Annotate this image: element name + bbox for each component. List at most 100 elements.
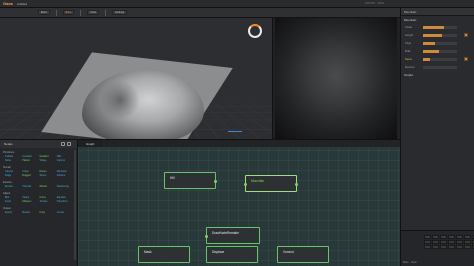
library-node-item[interactable]: Shape: [40, 159, 55, 162]
library-node-item[interactable]: Pattern: [22, 159, 37, 162]
library-node-item[interactable]: Mesher: [22, 211, 37, 214]
shortcut-key[interactable]: [464, 235, 471, 239]
library-node-item[interactable]: Ridge: [5, 174, 20, 177]
node-title: Hill: [170, 176, 175, 180]
property-slider[interactable]: [423, 33, 457, 37]
shortcut-key[interactable]: [440, 235, 447, 239]
tools-button[interactable]: Tools: [87, 10, 100, 15]
shortcut-key[interactable]: [456, 245, 463, 249]
library-node-item[interactable]: Clamp: [22, 196, 37, 199]
library-node-item[interactable]: Unity: [40, 211, 55, 214]
shortcut-key[interactable]: [424, 245, 431, 249]
library-node-item[interactable]: Wizard: [40, 185, 55, 188]
node-displace[interactable]: Displace: [206, 246, 258, 263]
shortcut-key[interactable]: [448, 235, 455, 239]
library-node-item[interactable]: Invert: [5, 200, 20, 203]
property-slider[interactable]: [423, 57, 457, 61]
graph-editor[interactable]: Graph Hill Mountain DrawNodeRemake Mask …: [78, 139, 400, 266]
node-hill[interactable]: Hill: [164, 172, 217, 189]
property-row: Height: [401, 31, 474, 39]
library-scrollbar[interactable]: [74, 150, 76, 260]
property-row: Scale: [401, 23, 474, 31]
collapse-icon[interactable]: [67, 142, 71, 146]
library-node-item[interactable]: Curve: [40, 196, 55, 199]
node-mask[interactable]: Mask: [138, 246, 190, 263]
property-toggle[interactable]: [464, 33, 468, 37]
heightmap-preview[interactable]: [272, 18, 400, 139]
properties-panel: Mountain Mountain Scale Height Style Bulk Se…: [400, 8, 474, 266]
settings-button[interactable]: Settings: [112, 10, 128, 15]
property-toggle[interactable]: [464, 57, 468, 61]
shortcut-key[interactable]: [424, 235, 431, 239]
property-slider[interactable]: [423, 41, 457, 45]
shortcut-key[interactable]: [464, 245, 471, 249]
output-section-label[interactable]: Output: [401, 71, 474, 78]
library-node-item[interactable]: Sharpen: [22, 200, 37, 203]
properties-section-label[interactable]: Mountain: [401, 16, 474, 23]
shortcut-key[interactable]: [464, 240, 471, 244]
node-mountain[interactable]: Mountain: [244, 175, 298, 192]
library-node-item[interactable]: Blur: [5, 196, 20, 199]
build-progress-icon: [248, 24, 262, 38]
app-window: Gaea Untitled EXPORT · SAVE Build Bake T…: [0, 0, 474, 266]
library-node-item[interactable]: Canyon: [5, 170, 20, 173]
library-node-item[interactable]: Voronoi: [57, 159, 72, 162]
library-node-item[interactable]: Mountain: [57, 170, 72, 173]
shortcut-key[interactable]: [440, 240, 447, 244]
shortcut-key[interactable]: [456, 240, 463, 244]
node-voronoi[interactable]: Voronoi: [277, 246, 329, 263]
input-port[interactable]: [244, 183, 247, 186]
output-port[interactable]: [295, 183, 298, 186]
library-node-item[interactable]: Equalize: [57, 196, 72, 199]
property-slider[interactable]: [423, 65, 457, 69]
slider-fill: [423, 33, 442, 37]
property-label: Seed: [405, 57, 412, 61]
build-button[interactable]: Build: [38, 10, 50, 15]
library-node-item[interactable]: Erosion: [5, 185, 20, 188]
library-node-item[interactable]: Constant: [22, 155, 37, 158]
app-logo[interactable]: Gaea: [3, 1, 13, 6]
library-node-item[interactable]: Unreal: [57, 211, 72, 214]
shortcut-key[interactable]: [432, 235, 439, 239]
output-port[interactable]: [214, 180, 217, 183]
slider-fill: [423, 57, 430, 61]
property-row: Style: [401, 39, 474, 47]
library-header: Nodes: [0, 140, 77, 148]
library-node-item[interactable]: Dunes: [40, 170, 55, 173]
library-node-item[interactable]: Hills: [57, 155, 72, 158]
shortcut-key[interactable]: [448, 245, 455, 249]
3d-viewport[interactable]: [0, 18, 272, 139]
top-right-actions[interactable]: EXPORT · SAVE: [365, 2, 384, 5]
library-node-item[interactable]: Slump: [40, 174, 55, 177]
library-node-item[interactable]: Volcano: [57, 174, 72, 177]
shortcut-key[interactable]: [448, 240, 455, 244]
properties-header: Mountain: [401, 8, 474, 16]
property-slider[interactable]: [423, 49, 457, 53]
shortcut-key[interactable]: [440, 245, 447, 249]
input-port[interactable]: [205, 235, 208, 238]
search-icon[interactable]: [61, 142, 65, 146]
bake-button[interactable]: Bake: [62, 10, 75, 15]
library-node-item[interactable]: Noise: [5, 159, 20, 162]
library-groups: Primitives Cellular Constant Gradient Hills N…: [0, 151, 77, 215]
library-node-item[interactable]: Export: [5, 211, 20, 214]
node-title: Displace: [212, 250, 225, 254]
library-node-item[interactable]: Gradient: [40, 155, 55, 158]
library-node-item[interactable]: Cellular: [5, 155, 20, 158]
library-node-item[interactable]: Weathering: [57, 185, 72, 188]
property-slider[interactable]: [423, 25, 457, 29]
node-drawnode[interactable]: DrawNodeRemake: [205, 227, 260, 244]
property-label: Reduce: [405, 65, 415, 69]
shortcut-key[interactable]: [432, 240, 439, 244]
library-node-item[interactable]: Crater: [22, 170, 37, 173]
library-node-item[interactable]: Transform: [57, 200, 72, 203]
slider-fill: [423, 25, 445, 29]
shortcut-key[interactable]: [456, 235, 463, 239]
library-node-item[interactable]: Rugged: [22, 174, 37, 177]
tab-graph[interactable]: Graph: [78, 140, 103, 147]
shortcut-key[interactable]: [424, 240, 431, 244]
library-node-item[interactable]: Terrace: [40, 200, 55, 203]
library-node-item[interactable]: Thermal: [22, 185, 37, 188]
file-menu[interactable]: Untitled: [17, 2, 27, 6]
shortcut-key[interactable]: [432, 245, 439, 249]
